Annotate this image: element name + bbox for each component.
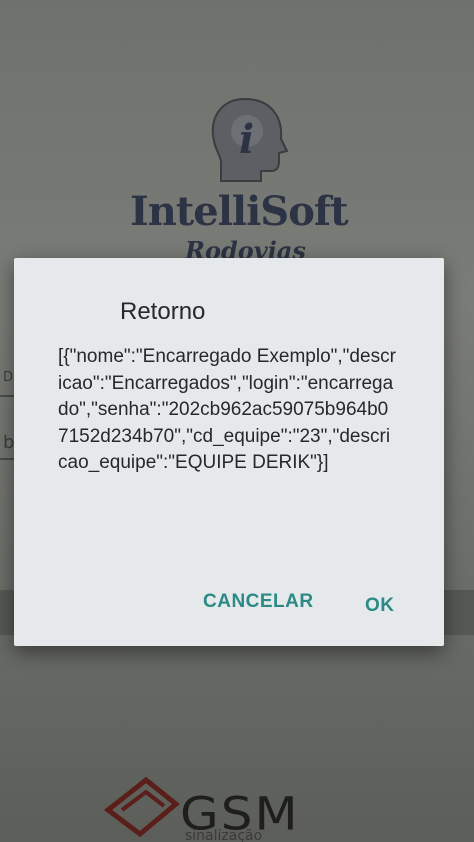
dialog-message: [{"nome":"Encarregado Exemplo","descrica…: [58, 346, 396, 473]
ok-button[interactable]: OK: [365, 595, 395, 617]
background-field-label: D: [3, 370, 14, 385]
svg-text:i: i: [239, 116, 254, 163]
head-logo-icon: i: [211, 97, 289, 182]
cancel-button[interactable]: CANCELAR: [203, 591, 314, 613]
footer-logo-subtitle: sinalização: [185, 828, 263, 842]
screen: i IntelliSoft Rodovias D b GSM sinalizaç…: [0, 0, 474, 842]
alert-dialog: Retorno [{"nome":"Encarregado Exemplo","…: [14, 258, 444, 646]
brand-name: IntelliSoft: [130, 188, 349, 235]
background-field-value: b: [3, 432, 15, 453]
dialog-title: Retorno: [120, 298, 206, 325]
